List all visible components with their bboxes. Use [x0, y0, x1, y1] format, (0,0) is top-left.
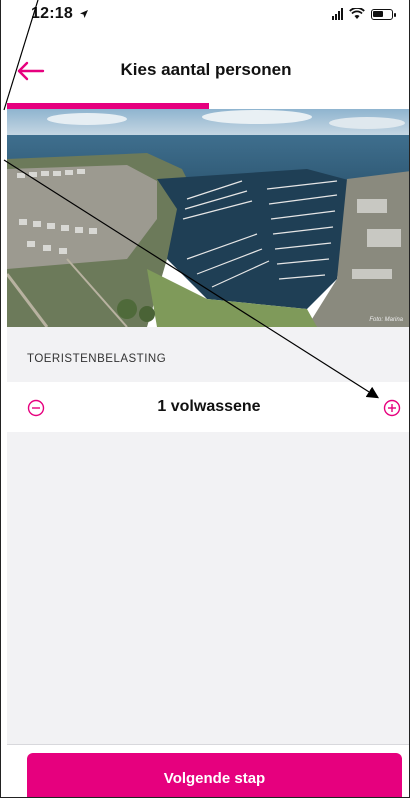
hero-image: Foto: Marina	[7, 109, 409, 327]
marina-photo	[7, 109, 409, 327]
plus-circle-icon[interactable]	[383, 399, 401, 417]
page-title: Kies aantal personen	[120, 60, 292, 79]
section-header: TOERISTENBELASTING	[7, 327, 409, 382]
footer-divider	[7, 744, 409, 745]
signal-icon	[332, 8, 343, 20]
status-icons	[332, 8, 396, 20]
content-area	[7, 432, 409, 744]
next-step-label: Volgende stap	[163, 770, 266, 787]
status-time: 12:18	[31, 5, 73, 22]
wifi-icon	[349, 8, 365, 19]
person-count: 1 volwassene	[157, 398, 261, 415]
header: Kies aantal personen	[1, 40, 409, 102]
section-label: TOERISTENBELASTING	[27, 353, 167, 365]
status-bar: 12:18	[1, 0, 409, 30]
app-screen: 12:18 Kies aantal personen Foto: Marina …	[0, 0, 410, 798]
next-step-button[interactable]: Volgende stap	[27, 753, 402, 797]
battery-icon	[371, 8, 396, 20]
location-arrow-icon	[80, 10, 88, 18]
person-stepper: 1 volwassene	[7, 382, 409, 432]
photo-credit: Foto: Marina	[369, 317, 403, 323]
